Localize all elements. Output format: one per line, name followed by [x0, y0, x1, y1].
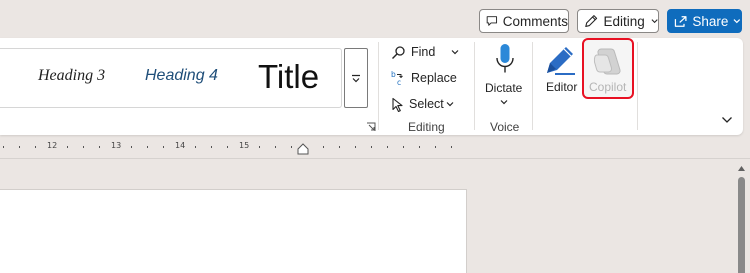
ruler-tick: [339, 146, 340, 148]
ruler-divider: [0, 158, 750, 159]
comments-label: Comments: [502, 13, 568, 29]
group-divider: [378, 42, 379, 130]
ruler-tick: [3, 146, 4, 148]
ruler-tick: [387, 146, 388, 148]
dictate-label: Dictate: [485, 81, 523, 95]
ruler-tick: [403, 146, 404, 148]
replace-button[interactable]: b c Replace: [391, 67, 457, 89]
style-heading-4[interactable]: Heading 4: [145, 67, 218, 85]
voice-group-label: Voice: [490, 120, 520, 134]
scroll-up-icon[interactable]: [737, 165, 746, 172]
editing-group-label: Editing: [408, 120, 445, 134]
styles-gallery: Heading 3 Heading 4 Title: [0, 48, 342, 108]
ruler-tick: [259, 146, 260, 148]
ruler-tick: [35, 146, 36, 148]
dictate-button[interactable]: [484, 42, 526, 83]
right-indent-marker[interactable]: [297, 143, 309, 155]
dialog-launcher-icon[interactable]: [366, 122, 376, 132]
share-label: Share: [692, 13, 729, 29]
copilot-label: Copilot: [589, 80, 627, 94]
share-button[interactable]: Share: [667, 9, 742, 33]
ruler-tick: [67, 146, 68, 148]
editing-mode-label: Editing: [603, 13, 645, 29]
select-button[interactable]: Select: [391, 93, 459, 115]
ruler-tick: [435, 146, 436, 148]
ruler-tick: [371, 146, 372, 148]
find-label: Find: [411, 45, 436, 59]
ruler-number: 13: [111, 141, 122, 150]
share-icon: [674, 15, 687, 27]
editing-mode-button[interactable]: Editing: [577, 9, 659, 33]
cursor-icon: [392, 97, 403, 112]
ruler-number: 15: [239, 141, 250, 150]
ruler-tick: [19, 146, 20, 148]
ruler-tick: [131, 146, 132, 148]
ruler-tick: [163, 146, 164, 148]
styles-more-button[interactable]: [344, 48, 368, 108]
ribbon-panel: Heading 3 Heading 4 Title Find b c Repla…: [0, 38, 743, 135]
ruler-tick: [275, 146, 276, 148]
document-page[interactable]: [0, 189, 467, 273]
group-divider: [637, 42, 638, 130]
chevron-down-icon[interactable]: [721, 116, 733, 124]
pen-icon: [585, 14, 598, 27]
search-icon: [392, 45, 405, 59]
svg-text:b: b: [391, 70, 396, 79]
chevron-down-icon: [352, 74, 360, 82]
ruler-number: 14: [175, 141, 186, 150]
ruler-tick: [227, 146, 228, 148]
ruler-tick: [291, 146, 292, 148]
style-heading-3[interactable]: Heading 3: [38, 67, 105, 85]
replace-label: Replace: [411, 71, 457, 85]
style-title[interactable]: Title: [258, 58, 319, 96]
svg-text:c: c: [397, 78, 401, 86]
comments-button[interactable]: Comments: [479, 9, 569, 33]
ruler-tick: [195, 146, 196, 148]
ruler-tick: [211, 146, 212, 148]
ruler-tick: [419, 146, 420, 148]
comment-icon: [486, 16, 498, 26]
editor-label[interactable]: Editor: [546, 80, 577, 94]
ruler-tick: [147, 146, 148, 148]
horizontal-ruler: 12 13 14 15: [0, 138, 750, 156]
chevron-down-icon: [451, 50, 459, 55]
replace-icon: b c: [391, 70, 403, 86]
copilot-icon: [593, 48, 621, 75]
find-button[interactable]: Find: [391, 41, 464, 63]
group-divider: [474, 42, 475, 130]
chevron-down-icon[interactable]: [500, 99, 508, 105]
chevron-down-icon: [651, 19, 658, 24]
select-label: Select: [409, 97, 444, 111]
chevron-down-icon: [733, 19, 741, 24]
ruler-tick: [451, 146, 452, 148]
vertical-scrollbar-thumb[interactable]: [738, 177, 745, 273]
ruler-tick: [323, 146, 324, 148]
copilot-button[interactable]: Copilot: [582, 38, 634, 99]
ruler-tick: [99, 146, 100, 148]
group-divider: [532, 42, 533, 130]
ruler-number: 12: [47, 141, 58, 150]
editor-pen-icon[interactable]: [545, 44, 577, 76]
ruler-tick: [83, 146, 84, 148]
chevron-down-icon: [446, 102, 454, 107]
microphone-icon: [496, 44, 514, 73]
ruler-tick: [355, 146, 356, 148]
